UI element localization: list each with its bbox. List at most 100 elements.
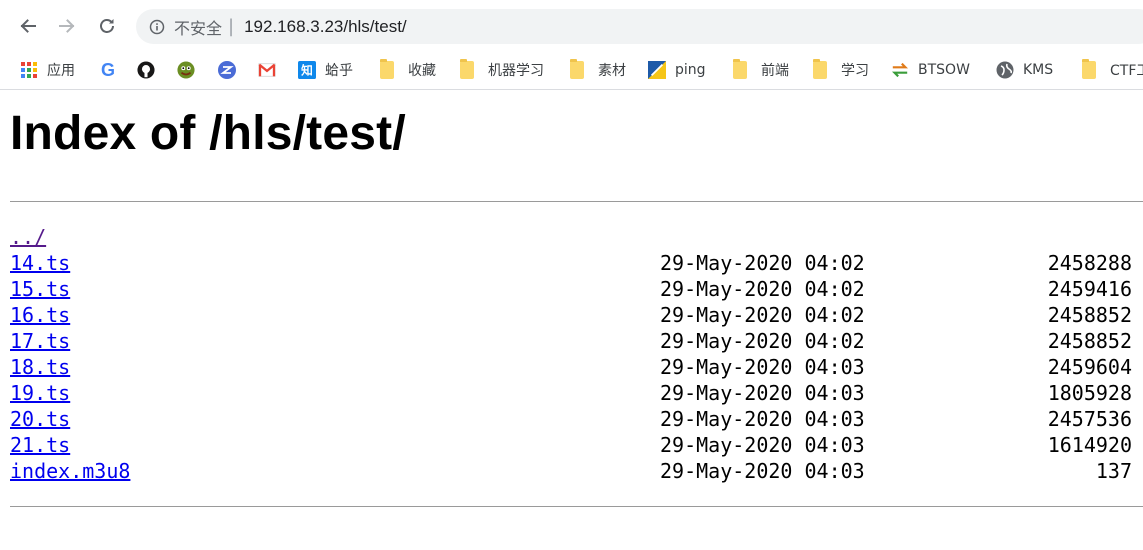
arrow-left-icon (20, 19, 36, 33)
file-date: 29-May-2020 04:03 (660, 381, 865, 405)
bookmark-zhihu[interactable]: 知 蛤乎 (298, 57, 353, 83)
file-link[interactable]: 15.ts (10, 277, 70, 301)
file-link[interactable]: index.m3u8 (10, 459, 130, 483)
file-size: 1614920 (1047, 433, 1132, 457)
arrow-right-icon (59, 19, 75, 33)
bookmark-google[interactable]: G (99, 57, 126, 83)
forward-button[interactable] (53, 12, 81, 40)
bookmark-label: KMS (1023, 62, 1054, 78)
file-link[interactable]: 14.ts (10, 251, 70, 275)
bookmark-label: BTSOW (918, 62, 970, 78)
file-size: 2459604 (1047, 355, 1132, 379)
top-divider (10, 201, 1143, 202)
file-date: 29-May-2020 04:03 (660, 407, 865, 431)
folder-icon (1082, 59, 1096, 79)
table-row: index.m3u8 29-May-2020 04:03 137 (10, 458, 1143, 484)
page-title: Index of /hls/test/ (10, 107, 406, 160)
bookmark-label: ping (675, 62, 706, 78)
file-link[interactable]: 18.ts (10, 355, 70, 379)
folder-icon (460, 59, 474, 79)
bookmark-label: 学习 (841, 63, 869, 79)
bookmark-gmail[interactable] (258, 57, 285, 83)
ping-icon (648, 61, 666, 79)
file-size: 1805928 (1047, 381, 1132, 405)
file-rows: 14.ts 29-May-2020 04:02 2458288 15.ts 29-May… (10, 250, 1143, 484)
file-size: 2459416 (1047, 277, 1132, 301)
address-bar[interactable]: 不安全 | 192.168.3.23/hls/test/ (136, 9, 1143, 44)
bookmark-folder-ctf[interactable]: CTF工 (1082, 57, 1143, 83)
bookmark-ping[interactable]: ping (648, 57, 706, 83)
svg-text:知: 知 (300, 64, 313, 78)
file-size: 2458288 (1047, 251, 1132, 275)
reload-icon (100, 19, 114, 33)
table-row: 18.ts 29-May-2020 04:03 2459604 (10, 354, 1143, 380)
google-icon: G (100, 59, 115, 80)
file-size: 2457536 (1047, 407, 1132, 431)
blue-circle-z-icon (218, 61, 236, 79)
table-row: 15.ts 29-May-2020 04:02 2459416 (10, 276, 1143, 302)
page-content: Index of /hls/test/ ../ 14.ts 29-May-2020… (0, 90, 1143, 550)
folder-icon (733, 59, 747, 79)
gmail-icon (258, 61, 276, 79)
file-link[interactable]: 16.ts (10, 303, 70, 327)
bookmark-folder-assets[interactable]: 素材 (570, 57, 626, 83)
browser-toolbar: 不安全 | 192.168.3.23/hls/test/ (0, 0, 1143, 52)
table-row: 20.ts 29-May-2020 04:03 2457536 (10, 406, 1143, 432)
file-date: 29-May-2020 04:02 (660, 329, 865, 353)
bookmark-label: 蛤乎 (325, 63, 353, 79)
zhihu-icon: 知 (298, 61, 316, 79)
apps-grid-icon (20, 61, 38, 79)
globe-icon (996, 61, 1014, 79)
folder-icon (570, 59, 584, 79)
url-separator: | (228, 16, 235, 37)
bookmark-label: 素材 (598, 63, 626, 79)
url-text[interactable]: 192.168.3.23/hls/test/ (244, 17, 407, 37)
bookmark-label: 前端 (761, 63, 789, 79)
bookmark-label: 机器学习 (488, 63, 544, 79)
parent-directory-link[interactable]: ../ (10, 225, 46, 249)
file-date: 29-May-2020 04:03 (660, 433, 865, 457)
info-icon[interactable] (148, 18, 166, 36)
bookmark-btsow[interactable]: BTSOW (891, 57, 970, 83)
file-link[interactable]: 17.ts (10, 329, 70, 353)
bookmark-github[interactable] (137, 57, 164, 83)
file-date: 29-May-2020 04:02 (660, 303, 865, 327)
file-size: 2458852 (1047, 303, 1132, 327)
folder-icon (813, 59, 827, 79)
bookmark-folder-ml[interactable]: 机器学习 (460, 57, 544, 83)
file-date: 29-May-2020 04:03 (660, 355, 865, 379)
file-date: 29-May-2020 04:02 (660, 277, 865, 301)
file-link[interactable]: 21.ts (10, 433, 70, 457)
bookmark-folder-frontend[interactable]: 前端 (733, 57, 789, 83)
bookmark-frog[interactable] (177, 57, 204, 83)
bookmark-label: CTF工 (1110, 63, 1143, 79)
bookmark-apps[interactable]: 应用 (20, 57, 75, 83)
file-link[interactable]: 19.ts (10, 381, 70, 405)
table-row: 14.ts 29-May-2020 04:02 2458288 (10, 250, 1143, 276)
bookmark-kms[interactable]: KMS (996, 57, 1053, 83)
bookmark-folder-favorites[interactable]: 收藏 (380, 57, 436, 83)
list-item-parent: ../ (10, 224, 1143, 250)
file-size: 137 (1095, 459, 1132, 483)
bottom-divider (10, 506, 1143, 507)
table-row: 19.ts 29-May-2020 04:03 1805928 (10, 380, 1143, 406)
security-label[interactable]: 不安全 (174, 15, 222, 39)
file-date: 29-May-2020 04:03 (660, 459, 865, 483)
file-date: 29-May-2020 04:02 (660, 251, 865, 275)
file-size: 2458852 (1047, 329, 1132, 353)
table-row: 17.ts 29-May-2020 04:02 2458852 (10, 328, 1143, 354)
bookmark-label: 应用 (47, 63, 75, 79)
bookmark-z[interactable] (218, 57, 245, 83)
table-row: 16.ts 29-May-2020 04:02 2458852 (10, 302, 1143, 328)
bookmarks-bar: 应用 G 知 蛤乎 收藏 机器学习 素材 ping 前端 学习 BTSOW KM… (0, 52, 1143, 90)
file-link[interactable]: 20.ts (10, 407, 70, 431)
frog-avatar-icon (177, 61, 195, 79)
back-button[interactable] (14, 12, 42, 40)
directory-listing: ../ 14.ts 29-May-2020 04:02 2458288 15.ts 29… (10, 224, 1143, 484)
github-icon (137, 61, 155, 79)
reload-button[interactable] (93, 12, 121, 40)
bookmark-folder-study[interactable]: 学习 (813, 57, 869, 83)
folder-icon (380, 59, 394, 79)
bookmark-label: 收藏 (408, 63, 436, 79)
arrows-exchange-icon (891, 61, 909, 79)
